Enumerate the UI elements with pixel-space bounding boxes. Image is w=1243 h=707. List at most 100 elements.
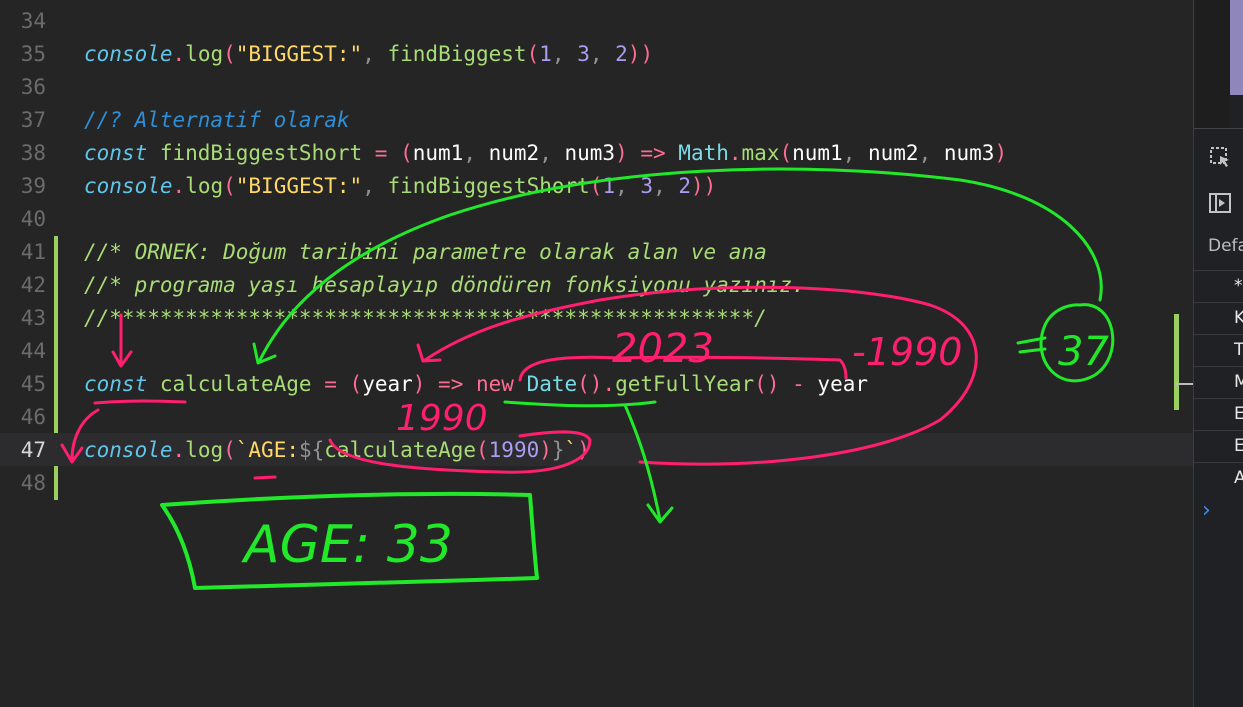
code-token: num2 — [488, 141, 540, 165]
line-number: 42 — [20, 273, 46, 297]
code-line[interactable]: 41 //* ORNEK: Doğum tarihini parametre ol… — [0, 235, 1193, 268]
code-token: num2 — [868, 141, 919, 165]
devtools-purple-strip — [1230, 0, 1243, 95]
code-editor[interactable]: 34 35 console.log("BIGGEST:", findBiggest(… — [0, 0, 1193, 707]
code-token: } — [551, 438, 565, 462]
code-token: 2 — [678, 174, 692, 198]
code-token: num3 — [564, 141, 616, 165]
code-line[interactable]: 43 //************************************… — [0, 301, 1193, 334]
line-number: 39 — [20, 174, 46, 198]
code-token: log — [185, 42, 224, 66]
code-token: ( — [223, 174, 236, 198]
code-token: calculateAge — [324, 438, 476, 462]
code-token: . — [728, 141, 742, 165]
code-text[interactable]: console.log(`AGE:${calculateAge(1990)}`) — [84, 438, 590, 462]
code-token: ( — [779, 141, 793, 165]
code-line[interactable]: 48 — [0, 466, 1193, 499]
code-line[interactable]: 37 //? Alternatif olarak — [0, 103, 1193, 136]
code-line[interactable]: 45 const calculateAge = (year) => new Dat… — [0, 367, 1193, 400]
devtools-row[interactable]: E — [1194, 398, 1243, 431]
line-number: 43 — [20, 306, 46, 330]
code-token: console — [84, 174, 173, 198]
code-line[interactable]: 38 const findBiggestShort = (num1, num2, … — [0, 136, 1193, 169]
code-token: , — [615, 174, 641, 198]
code-token: "BIGGEST:" — [235, 42, 363, 66]
code-text[interactable]: const findBiggestShort = (num1, num2, nu… — [84, 141, 1007, 165]
code-token: . — [602, 372, 616, 396]
code-line[interactable]: 35 console.log("BIGGEST:", findBiggest(1,… — [0, 37, 1193, 70]
code-text[interactable]: console.log("BIGGEST:", findBiggest(1, 3… — [84, 42, 653, 66]
code-token: getFullYear — [615, 372, 755, 396]
code-token: new — [475, 372, 514, 396]
code-token: - — [779, 372, 818, 396]
code-token: console — [84, 42, 173, 66]
line-number: 46 — [20, 405, 46, 429]
code-token: , — [842, 141, 868, 165]
code-token: max — [741, 141, 780, 165]
code-token: //* ORNEK: Doğum tarihini parametre olar… — [84, 240, 767, 264]
chevron-right-icon[interactable]: › — [1202, 498, 1211, 523]
devtools-row[interactable]: A — [1194, 462, 1243, 495]
devtools-row[interactable]: E — [1194, 430, 1243, 463]
code-text[interactable]: console.log("BIGGEST:", findBiggestShort… — [84, 174, 716, 198]
code-line[interactable]: 39 console.log("BIGGEST:", findBiggestSho… — [0, 169, 1193, 202]
code-line[interactable]: 47 console.log(`AGE:${calculateAge(1990)}… — [0, 433, 1193, 466]
devtools-row-label: * — [1234, 276, 1243, 296]
code-token: () — [577, 372, 603, 396]
code-token: , — [551, 42, 578, 66]
devtools-row[interactable]: K — [1194, 302, 1243, 335]
code-token: calculateAge — [147, 372, 325, 396]
devtools-row[interactable]: M — [1194, 366, 1243, 399]
code-token: , — [539, 141, 565, 165]
code-token: num3 — [943, 141, 995, 165]
code-token: , — [918, 141, 944, 165]
code-token: , — [362, 42, 388, 66]
inspect-element-icon[interactable] — [1208, 145, 1232, 169]
code-token: = — [324, 372, 337, 396]
code-text[interactable]: //* ORNEK: Doğum tarihini parametre olar… — [84, 240, 767, 264]
code-token: = — [374, 141, 388, 165]
code-token: ) — [539, 438, 552, 462]
default-levels-label[interactable]: Defa — [1208, 236, 1243, 256]
code-token: num1 — [412, 141, 464, 165]
sidebar-toggle-icon[interactable] — [1208, 191, 1232, 215]
code-token: ( — [589, 174, 603, 198]
code-token: () — [754, 372, 780, 396]
code-token: `AGE: — [235, 438, 299, 462]
code-token: ${ — [298, 438, 325, 462]
code-line[interactable]: 46 — [0, 400, 1193, 433]
code-line[interactable]: 36 — [0, 70, 1193, 103]
code-line[interactable]: 40 — [0, 202, 1193, 235]
code-token: ( — [336, 372, 363, 396]
code-token: )) — [691, 174, 717, 198]
line-number: 40 — [20, 207, 46, 231]
line-number: 37 — [20, 108, 46, 132]
code-token: Math — [678, 141, 729, 165]
code-token: log — [185, 174, 224, 198]
devtools-panel: Defa *KTMEEA › — [1193, 0, 1243, 707]
devtools-row[interactable]: T — [1194, 334, 1243, 367]
code-text[interactable]: //**************************************… — [84, 306, 767, 330]
code-text[interactable]: //? Alternatif olarak — [84, 108, 350, 132]
code-token: "BIGGEST:" — [235, 174, 363, 198]
code-token: , — [653, 174, 679, 198]
code-token: year — [362, 372, 413, 396]
code-text[interactable]: //* programa yaşı hesaplayıp döndüren fo… — [84, 273, 805, 297]
code-text[interactable]: const calculateAge = (year) => new Date(… — [84, 372, 868, 396]
code-token: . — [172, 438, 186, 462]
code-token: )) — [627, 42, 654, 66]
line-number: 48 — [20, 471, 46, 495]
devtools-row[interactable]: * — [1194, 270, 1243, 303]
code-token: ` — [564, 438, 578, 462]
code-token: 1990 — [488, 438, 540, 462]
devtools-row-label: E — [1234, 436, 1243, 456]
code-line[interactable]: 44 — [0, 334, 1193, 367]
code-line[interactable]: 34 — [0, 4, 1193, 37]
code-token: console — [84, 438, 173, 462]
code-token: log — [185, 438, 224, 462]
code-token: , — [362, 174, 388, 198]
code-line[interactable]: 42 //* programa yaşı hesaplayıp döndüren … — [0, 268, 1193, 301]
devtools-row-label: K — [1234, 308, 1243, 328]
devtools-row-label: A — [1234, 468, 1243, 488]
code-token: ( — [387, 141, 413, 165]
